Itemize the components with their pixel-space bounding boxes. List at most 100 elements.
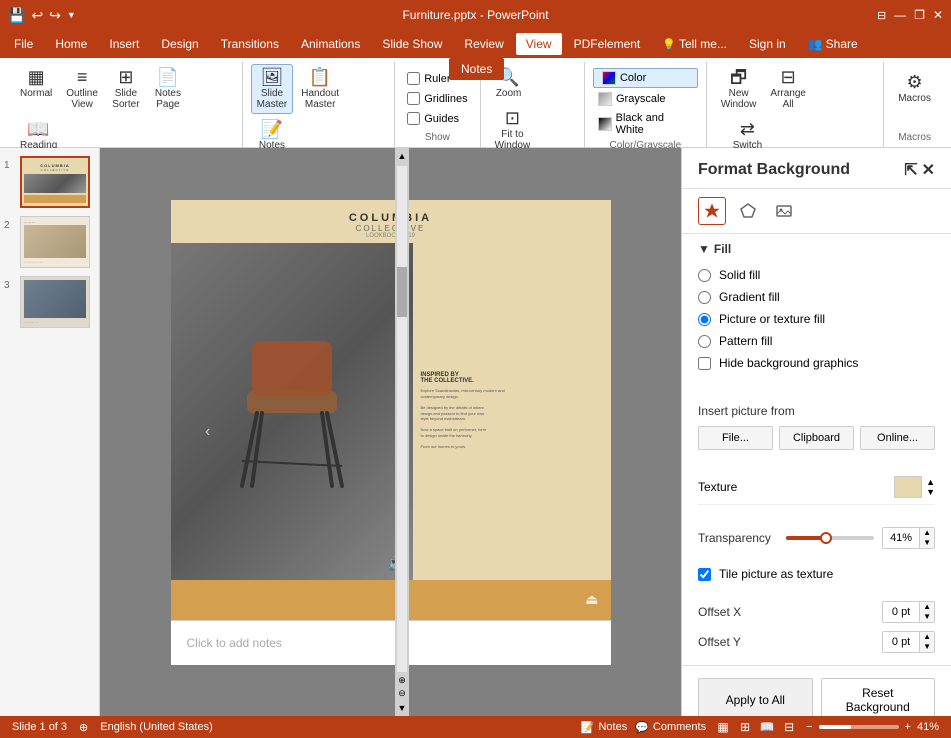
ribbon-btn-normal[interactable]: ▦ Normal — [14, 64, 58, 103]
online-button[interactable]: Online... — [860, 426, 935, 450]
offset-x-spinbox[interactable]: 0 pt ▲ ▼ — [882, 601, 935, 623]
notes-tab-active[interactable]: Notes — [449, 58, 504, 80]
scroll-left[interactable]: ‹ — [205, 423, 210, 441]
ruler-checkbox[interactable] — [407, 72, 420, 85]
save-icon[interactable]: 💾 — [8, 7, 25, 24]
file-button[interactable]: File... — [698, 426, 773, 450]
tile-checkbox-label[interactable]: Tile picture as texture — [698, 563, 935, 585]
color-btn-grayscale[interactable]: Grayscale — [593, 90, 698, 108]
ribbon-settings-icon[interactable]: ⊟ — [877, 9, 886, 22]
ribbon-btn-slide-sorter[interactable]: ⊞ SlideSorter — [106, 64, 146, 114]
tile-checkbox[interactable] — [698, 568, 711, 581]
offset-y-spinbox[interactable]: 0 pt ▲ ▼ — [882, 631, 935, 653]
hide-background-option[interactable]: Hide background graphics — [698, 352, 935, 374]
format-tab-pentagon[interactable] — [734, 197, 762, 225]
transparency-down-arrow[interactable]: ▼ — [919, 538, 934, 548]
gridlines-checkbox[interactable] — [407, 92, 420, 105]
slide-panel: 1 COLUMBIA COLLECTIVE 2 — — — — — — — — — [0, 148, 100, 716]
transparency-slider-track[interactable] — [786, 536, 874, 540]
offset-y-up[interactable]: ▲ — [919, 632, 934, 642]
menu-file[interactable]: File — [4, 33, 43, 55]
zoom-value[interactable]: 41% — [917, 721, 939, 733]
menu-view[interactable]: View — [516, 33, 562, 55]
ribbon-btn-macros[interactable]: ⚙ Macros — [892, 64, 937, 108]
dropdown-arrow[interactable]: ▼ — [67, 10, 76, 20]
menu-pdfelement[interactable]: PDFelement — [564, 33, 651, 55]
guides-checkbox[interactable] — [407, 112, 420, 125]
zoom-out-icon[interactable]: − — [806, 721, 812, 733]
view-presenter-icon[interactable]: ⊟ — [780, 719, 798, 735]
menu-insert[interactable]: Insert — [99, 33, 149, 55]
view-sorter-icon[interactable]: ⊞ — [736, 719, 754, 735]
reset-background-button[interactable]: Reset Background — [821, 678, 936, 716]
slide-image-3[interactable]: — — — — — [20, 276, 90, 328]
vertical-scrollbar[interactable]: ▲ ⊕ ⊖ ▼ — [395, 148, 409, 716]
fill-section-header[interactable]: ▼ Fill — [698, 242, 935, 256]
texture-up[interactable]: ▲ — [926, 477, 935, 487]
offset-x-down[interactable]: ▼ — [919, 612, 934, 622]
panel-resize-icon[interactable]: ⇱ — [904, 160, 917, 180]
menu-home[interactable]: Home — [45, 33, 97, 55]
notes-area[interactable]: Click to add notes — [171, 620, 611, 665]
ribbon-btn-notes-page[interactable]: 📄 NotesPage — [148, 64, 188, 114]
slide-thumb-2[interactable]: 2 — — — — — — — — — [4, 216, 95, 268]
picture-texture-option[interactable]: Picture or texture fill — [698, 308, 935, 330]
scroll-down-arrow[interactable]: ▼ — [395, 700, 410, 716]
menu-design[interactable]: Design — [151, 33, 208, 55]
pattern-fill-option[interactable]: Pattern fill — [698, 330, 935, 352]
minimize-button[interactable]: — — [894, 8, 906, 22]
menu-sign-in[interactable]: Sign in — [739, 33, 796, 55]
hide-background-checkbox[interactable] — [698, 357, 711, 370]
slide-thumb-3[interactable]: 3 — — — — — [4, 276, 95, 328]
picture-texture-radio[interactable] — [698, 313, 711, 326]
slide-thumb-1[interactable]: 1 COLUMBIA COLLECTIVE — [4, 156, 95, 208]
color-btn-color[interactable]: Color — [593, 68, 698, 88]
format-tab-effects[interactable] — [698, 197, 726, 225]
menu-transitions[interactable]: Transitions — [211, 33, 289, 55]
apply-to-all-button[interactable]: Apply to All — [698, 678, 813, 716]
scroll-up-arrow[interactable]: ▲ — [395, 148, 410, 164]
zoom-slider[interactable] — [819, 725, 899, 729]
panel-close-icon[interactable]: ✕ — [922, 160, 935, 180]
expand-icon[interactable]: ⊕ — [397, 674, 407, 687]
notes-status[interactable]: 📝 Notes — [581, 721, 627, 734]
shrink-icon[interactable]: ⊖ — [397, 687, 407, 700]
clipboard-button[interactable]: Clipboard — [779, 426, 854, 450]
ribbon-btn-outline-view[interactable]: ≡ OutlineView — [60, 64, 104, 114]
close-button[interactable]: ✕ — [933, 8, 943, 22]
redo-icon[interactable]: ↪ — [49, 7, 61, 24]
zoom-in-icon[interactable]: + — [905, 721, 911, 733]
view-normal-icon[interactable]: ▦ — [714, 719, 732, 735]
restore-button[interactable]: ❐ — [914, 8, 925, 22]
slide-image-2[interactable]: — — — — — — — — — [20, 216, 90, 268]
view-reading-icon[interactable]: 📖 — [758, 719, 776, 735]
transparency-spinbox[interactable]: 41% ▲ ▼ — [882, 527, 935, 549]
menu-animations[interactable]: Animations — [291, 33, 370, 55]
color-btn-black-white[interactable]: Black and White — [593, 110, 698, 138]
comments-status[interactable]: 💬 Comments — [635, 721, 706, 734]
pattern-fill-radio[interactable] — [698, 335, 711, 348]
slide-image-1[interactable]: COLUMBIA COLLECTIVE — [20, 156, 90, 208]
format-tab-image[interactable] — [770, 197, 798, 225]
menu-review[interactable]: Review — [454, 33, 513, 55]
transparency-up-arrow[interactable]: ▲ — [919, 528, 934, 538]
ribbon-btn-slide-master[interactable]: 🖼 SlideMaster — [251, 64, 294, 114]
ribbon-btn-handout-master[interactable]: 📋 HandoutMaster — [295, 64, 345, 114]
texture-down[interactable]: ▼ — [926, 487, 935, 497]
gradient-fill-option[interactable]: Gradient fill — [698, 286, 935, 308]
undo-icon[interactable]: ↩ — [31, 7, 43, 24]
solid-fill-option[interactable]: Solid fill — [698, 264, 935, 286]
offset-y-down[interactable]: ▼ — [919, 642, 934, 652]
gradient-fill-radio[interactable] — [698, 291, 711, 304]
gridlines-checkbox-label[interactable]: Gridlines — [403, 90, 471, 107]
guides-checkbox-label[interactable]: Guides — [403, 110, 471, 127]
menu-slide-show[interactable]: Slide Show — [372, 33, 452, 55]
offset-x-up[interactable]: ▲ — [919, 602, 934, 612]
ribbon-btn-arrange-all[interactable]: ⊟ ArrangeAll — [764, 64, 812, 114]
scroll-thumb[interactable] — [397, 267, 407, 317]
ribbon-btn-new-window[interactable]: 🗗 NewWindow — [715, 64, 763, 114]
menu-share[interactable]: 👥Share — [798, 33, 868, 55]
solid-fill-radio[interactable] — [698, 269, 711, 282]
menu-tell-me[interactable]: 💡Tell me... — [652, 33, 737, 55]
transparency-slider-thumb[interactable] — [820, 532, 832, 544]
